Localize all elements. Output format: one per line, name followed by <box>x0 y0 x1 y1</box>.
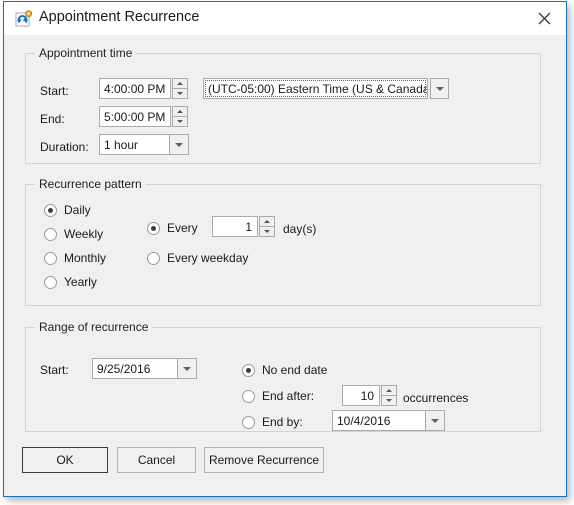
end-by-value[interactable]: 10/4/2016 <box>332 410 426 431</box>
every-unit-label: day(s) <box>283 222 317 236</box>
end-time-label: End: <box>40 112 65 126</box>
radio-every-label: Every <box>167 221 198 235</box>
end-after-count-stepper-up[interactable] <box>381 385 397 395</box>
range-start-label: Start: <box>40 363 69 377</box>
window-title: Appointment Recurrence <box>39 9 200 25</box>
radio-yearly-indicator <box>44 275 57 289</box>
end-by-datepicker[interactable]: 10/4/2016 <box>332 410 445 431</box>
cancel-button[interactable]: Cancel <box>117 447 196 473</box>
title-bar: Appointment Recurrence <box>4 2 566 35</box>
range-of-recurrence-legend: Range of recurrence <box>35 320 153 334</box>
end-after-count-input[interactable]: 10 <box>342 385 380 406</box>
end-time-stepper-down[interactable] <box>172 116 188 127</box>
radio-no-end-date-indicator <box>242 363 255 377</box>
radio-monthly-indicator <box>44 251 57 265</box>
radio-monthly-label: Monthly <box>64 251 107 265</box>
radio-daily-label: Daily <box>64 203 91 217</box>
range-start-datepicker[interactable]: 9/25/2016 <box>92 358 197 379</box>
start-time-stepper[interactable] <box>172 78 188 99</box>
radio-daily-indicator <box>44 203 57 217</box>
radio-weekly-label: Weekly <box>64 227 104 241</box>
appointment-time-legend: Appointment time <box>35 46 137 60</box>
radio-weekly[interactable]: Weekly <box>44 227 103 241</box>
radio-no-end-date-label: No end date <box>262 363 328 377</box>
chevron-down-icon[interactable] <box>430 78 449 99</box>
end-after-count-stepper-down[interactable] <box>381 395 397 406</box>
start-time-input[interactable]: 4:00:00 PM <box>99 78 171 99</box>
radio-yearly[interactable]: Yearly <box>44 275 97 289</box>
close-icon[interactable] <box>522 2 566 34</box>
range-start-value[interactable]: 9/25/2016 <box>92 358 178 379</box>
duration-value[interactable]: 1 hour <box>99 134 170 155</box>
timezone-combobox[interactable]: (UTC-05:00) Eastern Time (US & Canada) <box>203 78 449 99</box>
occurrences-label: occurrences <box>403 391 469 405</box>
radio-yearly-label: Yearly <box>64 275 97 289</box>
radio-end-after-label: End after: <box>262 389 315 403</box>
remove-recurrence-button[interactable]: Remove Recurrence <box>204 447 324 473</box>
radio-weekly-indicator <box>44 227 57 241</box>
recurrence-pattern-group: Recurrence pattern <box>25 177 541 306</box>
start-time-stepper-down[interactable] <box>172 88 188 99</box>
end-time-input[interactable]: 5:00:00 PM <box>99 106 171 127</box>
chevron-down-icon[interactable] <box>170 134 189 155</box>
chevron-down-icon[interactable] <box>178 358 197 379</box>
every-interval-input[interactable]: 1 <box>212 216 258 237</box>
every-interval-stepper[interactable] <box>259 216 275 237</box>
end-time-stepper[interactable] <box>172 106 188 127</box>
every-interval-stepper-up[interactable] <box>259 216 275 226</box>
radio-daily[interactable]: Daily <box>44 203 91 217</box>
end-after-count-stepper[interactable] <box>381 385 397 406</box>
timezone-value[interactable]: (UTC-05:00) Eastern Time (US & Canada) <box>203 78 428 99</box>
radio-end-after-indicator <box>242 389 255 403</box>
chevron-down-icon[interactable] <box>426 410 445 431</box>
radio-every-indicator <box>147 221 160 235</box>
duration-label: Duration: <box>40 140 89 154</box>
radio-end-by[interactable]: End by: <box>242 415 303 429</box>
appointment-recurrence-dialog: Appointment Recurrence Appointment time … <box>3 1 567 497</box>
radio-end-by-label: End by: <box>262 415 303 429</box>
radio-every-weekday[interactable]: Every weekday <box>147 251 248 265</box>
recurrence-icon <box>15 10 33 28</box>
every-interval-stepper-down[interactable] <box>259 226 275 237</box>
radio-monthly[interactable]: Monthly <box>44 251 106 265</box>
start-time-stepper-up[interactable] <box>172 78 188 88</box>
start-time-label: Start: <box>40 84 69 98</box>
duration-combobox[interactable]: 1 hour <box>99 134 189 155</box>
radio-end-by-indicator <box>242 415 255 429</box>
radio-end-after[interactable]: End after: <box>242 389 314 403</box>
ok-button[interactable]: OK <box>22 447 108 473</box>
radio-every-n-days[interactable]: Every <box>147 221 198 235</box>
radio-every-weekday-label: Every weekday <box>167 251 249 265</box>
recurrence-pattern-legend: Recurrence pattern <box>35 177 146 191</box>
end-time-stepper-up[interactable] <box>172 106 188 116</box>
radio-no-end-date[interactable]: No end date <box>242 363 327 377</box>
radio-every-weekday-indicator <box>147 251 160 265</box>
